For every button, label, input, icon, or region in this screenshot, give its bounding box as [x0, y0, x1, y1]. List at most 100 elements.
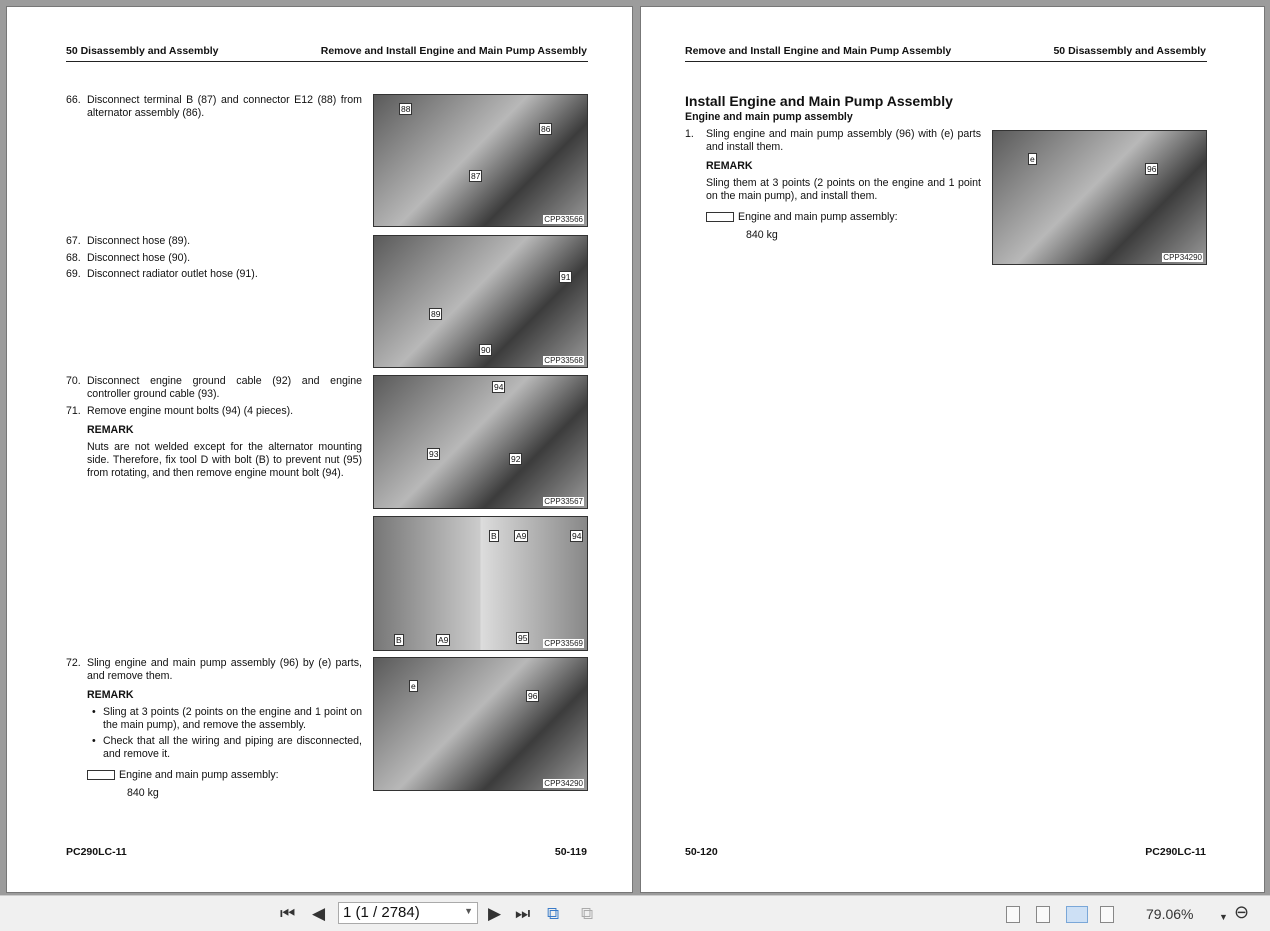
zoom-level[interactable]: 79.06% — [1146, 906, 1193, 922]
remark-label: REMARK — [87, 689, 134, 701]
continuous-facing-view-icon[interactable] — [1100, 906, 1114, 923]
callout-label: e — [1028, 153, 1037, 165]
section-title: Install Engine and Main Pump Assembly — [685, 93, 953, 109]
step-71: 71. Remove engine mount bolts (94) (4 pie… — [66, 405, 362, 480]
weight-line: Engine and main pump assembly: — [706, 211, 981, 224]
callout-label: 89 — [429, 308, 443, 320]
weight-icon — [87, 770, 115, 781]
text-label: 1 (1 / 2784) — [343, 904, 420, 921]
step-number: 71. — [66, 405, 81, 417]
figure-hoses: 91 89 90 CPP33568 — [373, 235, 588, 368]
remark-bullet: • Check that all the wiring and piping ar… — [92, 735, 362, 760]
weight-line: Engine and main pump assembly: — [87, 769, 362, 782]
text-label: Check that all the wiring and piping are… — [103, 735, 362, 760]
step-67: 67. Disconnect hose (89). — [66, 235, 362, 248]
section-subtitle: Engine and main pump assembly — [685, 111, 853, 123]
step-number: 68. — [66, 252, 81, 264]
next-view-icon[interactable]: ⧉ — [581, 905, 593, 923]
previous-page-icon[interactable]: ◀ — [312, 905, 325, 923]
zoom-dropdown-icon[interactable]: ▼ — [1219, 908, 1228, 926]
callout-label: A9 — [436, 634, 451, 646]
text-label: Sling at 3 points (2 points on the engin… — [103, 706, 362, 731]
footer-model: PC290LC-11 — [1145, 846, 1206, 858]
left-page: 50 Disassembly and Assembly Remove and I… — [6, 6, 633, 893]
header-rule — [685, 61, 1207, 62]
callout-label: 93 — [427, 448, 441, 460]
figure-code: CPP33566 — [543, 215, 584, 224]
header-right: Remove and Install Engine and Main Pump … — [320, 45, 587, 57]
callout-label: 94 — [492, 381, 506, 393]
header-rule — [66, 61, 588, 62]
step-68: 68. Disconnect hose (90). — [66, 252, 362, 265]
callout-label: 96 — [1145, 163, 1159, 175]
step-number: 70. — [66, 375, 81, 387]
step-number: 67. — [66, 235, 81, 247]
callout-label: 86 — [539, 123, 553, 135]
callout-label: e — [409, 680, 418, 692]
navigation-toolbar: ⏮ ◀ 1 (1 / 2784) ▼ ▶ ⏭ ⧉ ⧉ 79.06% ▼ ⊖ — [0, 895, 1270, 931]
figure-code: CPP34290 — [543, 779, 584, 788]
figure-ground-cable: 94 93 92 CPP33567 — [373, 375, 588, 509]
figure-code: CPP34290 — [1162, 253, 1203, 262]
callout-label: A9 — [514, 530, 529, 542]
callout-label: 92 — [509, 453, 523, 465]
previous-view-icon[interactable]: ⧉ — [547, 905, 559, 923]
header-left: 50 Disassembly and Assembly — [66, 45, 219, 57]
step-text: Disconnect hose (90). — [87, 252, 191, 264]
text-label: Engine and main pump assembly: — [738, 211, 898, 223]
step-70: 70. Disconnect engine ground cable (92) a… — [66, 375, 362, 401]
continuous-view-icon[interactable] — [1036, 906, 1050, 923]
callout-label: B — [489, 530, 499, 542]
chevron-down-icon[interactable]: ▼ — [464, 906, 473, 916]
step-number: 69. — [66, 268, 81, 280]
step-text: Sling engine and main pump assembly (96)… — [87, 657, 362, 682]
text-label: Engine and main pump assembly: — [119, 769, 279, 781]
figure-mount-bolt: B A9 94 B A9 95 CPP33569 — [373, 516, 588, 651]
callout-label: 91 — [559, 271, 573, 283]
single-page-view-icon[interactable] — [1006, 906, 1020, 923]
remark-label: REMARK — [706, 160, 753, 172]
header-right: 50 Disassembly and Assembly — [1053, 45, 1206, 57]
callout-label: 95 — [516, 632, 530, 644]
remark-text: Nuts are not welded except for the alter… — [87, 441, 362, 479]
remark-label: REMARK — [87, 424, 134, 436]
step-text: Disconnect radiator outlet hose (91). — [87, 268, 258, 280]
weight-value: 840 kg — [127, 787, 159, 799]
callout-label: 88 — [399, 103, 413, 115]
right-page: Remove and Install Engine and Main Pump … — [640, 6, 1265, 893]
weight-value: 840 kg — [746, 229, 778, 241]
step-66: 66. Disconnect terminal B (87) and connec… — [66, 94, 362, 120]
step-72: 72. Sling engine and main pump assembly (… — [66, 657, 362, 800]
last-page-icon[interactable]: ⏭ — [515, 905, 530, 923]
step-69: 69. Disconnect radiator outlet hose (91). — [66, 268, 362, 281]
facing-view-icon[interactable] — [1066, 906, 1088, 923]
remark-text: Sling them at 3 points (2 points on the … — [706, 177, 981, 202]
step-text: Sling engine and main pump assembly (96)… — [706, 128, 981, 153]
step-text: Disconnect hose (89). — [87, 235, 191, 247]
step-text: Disconnect engine ground cable (92) and … — [87, 375, 362, 400]
zoom-out-icon[interactable]: ⊖ — [1234, 903, 1249, 921]
figure-code: CPP33569 — [543, 639, 584, 648]
figure-code: CPP33568 — [543, 356, 584, 365]
step-number: 1. — [685, 128, 694, 140]
next-page-icon[interactable]: ▶ — [488, 905, 501, 923]
footer-page-number: 50-120 — [685, 846, 718, 858]
first-page-icon[interactable]: ⏮ — [280, 905, 295, 923]
step-text: Remove engine mount bolts (94) (4 pieces… — [87, 405, 294, 417]
callout-label: 94 — [570, 530, 584, 542]
callout-label: B — [394, 634, 404, 646]
footer-page-number: 50-119 — [554, 846, 587, 858]
figure-install-sling: e 96 CPP34290 — [992, 130, 1207, 265]
footer-model: PC290LC-11 — [66, 846, 127, 858]
callout-label: 96 — [526, 690, 540, 702]
step-number: 72. — [66, 657, 81, 669]
weight-icon — [706, 212, 734, 223]
step-text: Disconnect terminal B (87) and connector… — [87, 94, 362, 119]
header-left: Remove and Install Engine and Main Pump … — [685, 45, 952, 57]
remark-bullet: • Sling at 3 points (2 points on the engi… — [92, 706, 362, 731]
page-number-field[interactable]: 1 (1 / 2784) ▼ — [338, 902, 478, 924]
figure-alternator: 88 86 87 CPP33566 — [373, 94, 588, 227]
figure-code: CPP33567 — [543, 497, 584, 506]
callout-label: 87 — [469, 170, 483, 182]
step-number: 66. — [66, 94, 81, 106]
